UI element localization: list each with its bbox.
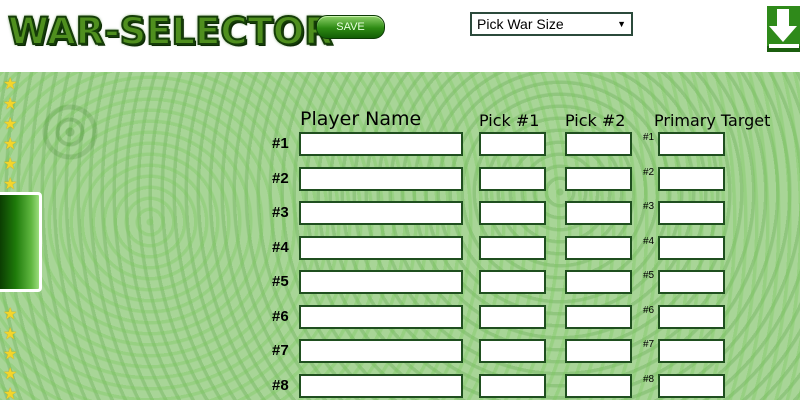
player-name-input[interactable]: [299, 166, 463, 191]
player-name-input[interactable]: [299, 339, 463, 363]
row-label: #2: [272, 169, 289, 187]
target-row-label: #3: [643, 201, 655, 212]
pick-2-input[interactable]: [565, 339, 632, 363]
star-icon: ★: [3, 174, 18, 193]
pick-1-input[interactable]: [479, 166, 546, 191]
pick-1-input[interactable]: [479, 235, 546, 260]
star-icon: ★: [3, 304, 18, 323]
row-label: #3: [272, 204, 289, 221]
primary-target-input[interactable]: [658, 201, 725, 225]
download-arrow-icon[interactable]: [767, 6, 800, 52]
star-icon: ★: [3, 74, 18, 93]
pick-2-input[interactable]: [565, 235, 632, 260]
target-row-label: #7: [643, 339, 655, 350]
player-name-input[interactable]: [299, 201, 463, 225]
target-row-label: #2: [643, 166, 655, 178]
star-icon: ★: [3, 364, 18, 383]
row-label: #6: [272, 307, 289, 325]
player-name-input[interactable]: [299, 373, 463, 398]
pick-2-input[interactable]: [565, 132, 632, 156]
logo: WAR-SELECTOR: [7, 9, 334, 54]
caret-down-icon: ▼: [617, 19, 626, 29]
primary-target-input[interactable]: [658, 132, 725, 156]
pick-2-input[interactable]: [565, 270, 632, 294]
star-icon: ★: [3, 114, 18, 133]
header: WAR-SELECTOR SAVE Pick War Size ▼: [0, 0, 800, 72]
target-row-label: #8: [643, 373, 655, 385]
star-icon: ★: [3, 324, 18, 343]
row-label: #1: [272, 135, 289, 152]
pick-2-input[interactable]: [565, 201, 632, 225]
row-label: #4: [272, 238, 289, 256]
main-area: ★ ★ ★ ★ ★ ★ ★ ★ ★ ★ ★ Player Name Pick #1 Pick #2 …: [0, 72, 800, 400]
row-label: #7: [272, 342, 289, 359]
pick-1-input[interactable]: [479, 270, 546, 294]
player-name-input[interactable]: [299, 132, 463, 156]
target-row-label: #6: [643, 304, 655, 316]
primary-target-input[interactable]: [658, 166, 725, 191]
pick-1-input[interactable]: [479, 304, 546, 329]
war-size-select[interactable]: Pick War Size ▼: [470, 12, 633, 36]
header-pick-2: Pick #2: [565, 111, 626, 130]
pick-2-input[interactable]: [565, 166, 632, 191]
row-label: #5: [272, 273, 289, 290]
pick-1-input[interactable]: [479, 339, 546, 363]
pick-2-input[interactable]: [565, 304, 632, 329]
war-size-selected-value: Pick War Size: [477, 16, 564, 32]
player-name-input[interactable]: [299, 235, 463, 260]
pick-2-input[interactable]: [565, 373, 632, 398]
pick-1-input[interactable]: [479, 132, 546, 156]
player-name-input[interactable]: [299, 304, 463, 329]
primary-target-input[interactable]: [658, 304, 725, 329]
primary-target-input[interactable]: [658, 270, 725, 294]
star-icon: ★: [3, 134, 18, 153]
target-row-label: #1: [643, 132, 655, 143]
star-icon: ★: [3, 344, 18, 363]
player-name-input[interactable]: [299, 270, 463, 294]
pick-1-input[interactable]: [479, 373, 546, 398]
star-icon: ★: [3, 94, 18, 113]
target-row-label: #4: [643, 235, 655, 247]
pick-1-input[interactable]: [479, 201, 546, 225]
header-primary-target: Primary Target: [654, 111, 771, 130]
row-label: #8: [272, 376, 289, 394]
primary-target-input[interactable]: [658, 373, 725, 398]
header-pick-1: Pick #1: [479, 111, 540, 130]
primary-target-input[interactable]: [658, 235, 725, 260]
primary-target-input[interactable]: [658, 339, 725, 363]
target-row-label: #5: [643, 270, 655, 281]
star-icon: ★: [3, 154, 18, 173]
header-player-name: Player Name: [300, 108, 422, 130]
star-icon: ★: [3, 384, 18, 400]
save-button[interactable]: SAVE: [316, 15, 385, 39]
side-panel-toggle[interactable]: [0, 192, 42, 292]
